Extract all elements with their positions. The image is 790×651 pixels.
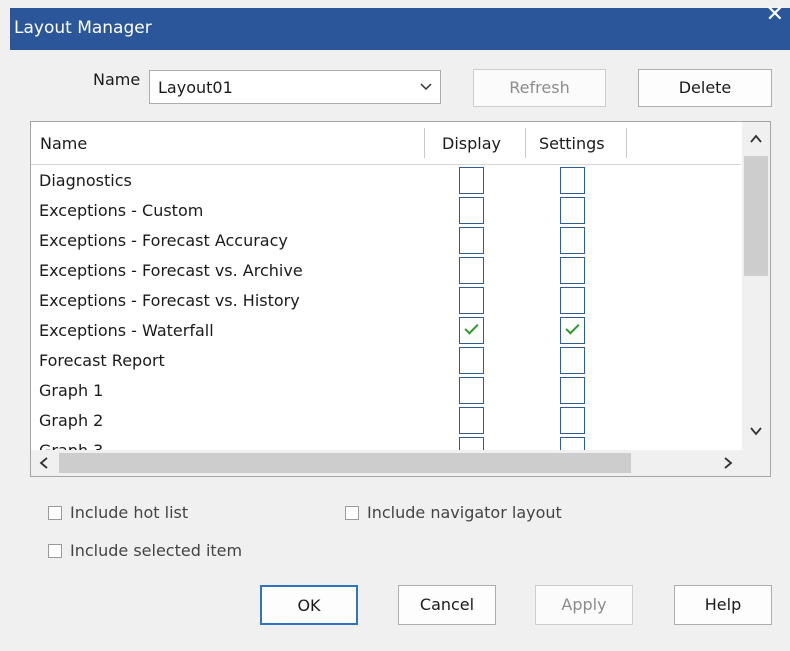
display-checkbox[interactable] xyxy=(459,197,484,224)
chevron-left-icon[interactable] xyxy=(37,456,51,470)
grid-header: Name Display Settings xyxy=(31,122,741,165)
column-header-display[interactable]: Display xyxy=(442,122,501,164)
layout-grid[interactable]: Name Display Settings Diagnostics Excepti… xyxy=(30,121,771,477)
checkbox-box[interactable] xyxy=(48,544,62,558)
settings-checkbox[interactable] xyxy=(560,347,585,374)
table-row[interactable]: Diagnostics xyxy=(31,166,741,196)
display-checkbox[interactable] xyxy=(459,257,484,284)
layout-name-value: Layout01 xyxy=(158,78,233,97)
row-name: Exceptions - Custom xyxy=(39,201,204,220)
checkbox-box[interactable] xyxy=(345,506,359,520)
ok-button[interactable]: OK xyxy=(260,585,358,625)
horizontal-scrollbar[interactable] xyxy=(31,450,742,476)
chevron-down-icon[interactable] xyxy=(420,82,432,92)
apply-button[interactable]: Apply xyxy=(535,585,633,625)
column-header-name[interactable]: Name xyxy=(40,122,87,164)
settings-checkbox[interactable] xyxy=(560,167,585,194)
table-row[interactable]: Forecast Report xyxy=(31,346,741,376)
column-header-settings[interactable]: Settings xyxy=(539,122,605,164)
vertical-scrollbar[interactable] xyxy=(742,122,770,450)
table-row[interactable]: Graph 1 xyxy=(31,376,741,406)
display-checkbox[interactable] xyxy=(459,167,484,194)
row-name: Exceptions - Forecast vs. Archive xyxy=(39,261,303,280)
display-checkbox[interactable] xyxy=(459,437,484,450)
window-title: Layout Manager xyxy=(14,18,152,38)
settings-checkbox[interactable] xyxy=(560,197,585,224)
table-row[interactable]: Exceptions - Custom xyxy=(31,196,741,226)
include-navigator-layout-label: Include navigator layout xyxy=(367,503,562,522)
settings-checkbox[interactable] xyxy=(560,287,585,314)
row-name: Graph 3 xyxy=(39,441,103,450)
include-selected-item-label: Include selected item xyxy=(70,541,243,560)
table-row[interactable]: Exceptions - Forecast Accuracy xyxy=(31,226,741,256)
column-divider[interactable] xyxy=(424,128,425,158)
chevron-right-icon[interactable] xyxy=(721,456,735,470)
name-label: Name xyxy=(93,70,141,89)
column-divider[interactable] xyxy=(525,128,526,158)
cancel-button[interactable]: Cancel xyxy=(398,585,496,625)
scrollbar-corner xyxy=(742,450,770,476)
row-name: Exceptions - Forecast vs. History xyxy=(39,291,300,310)
vertical-scroll-thumb[interactable] xyxy=(744,156,768,276)
table-row[interactable]: Graph 2 xyxy=(31,406,741,436)
close-icon[interactable]: ✕ xyxy=(766,4,784,26)
title-bar: Layout Manager ✕ xyxy=(10,4,790,50)
settings-checkbox[interactable] xyxy=(560,407,585,434)
column-divider[interactable] xyxy=(626,128,627,158)
display-checkbox[interactable] xyxy=(459,287,484,314)
settings-checkbox[interactable] xyxy=(560,377,585,404)
settings-checkbox[interactable] xyxy=(560,227,585,254)
settings-checkbox[interactable] xyxy=(560,317,585,344)
layout-name-combobox[interactable]: Layout01 xyxy=(149,70,441,104)
table-row[interactable]: Graph 3 xyxy=(31,436,741,450)
refresh-button[interactable]: Refresh xyxy=(473,69,606,107)
horizontal-scroll-thumb[interactable] xyxy=(59,453,631,473)
table-row[interactable]: Exceptions - Forecast vs. Archive xyxy=(31,256,741,286)
chevron-up-icon[interactable] xyxy=(749,132,763,146)
table-row[interactable]: Exceptions - Waterfall xyxy=(31,316,741,346)
settings-checkbox[interactable] xyxy=(560,437,585,450)
display-checkbox[interactable] xyxy=(459,407,484,434)
display-checkbox[interactable] xyxy=(459,347,484,374)
delete-button[interactable]: Delete xyxy=(638,69,772,107)
chevron-down-icon[interactable] xyxy=(749,424,763,438)
row-name: Diagnostics xyxy=(39,171,132,190)
checkbox-box[interactable] xyxy=(48,506,62,520)
table-row[interactable]: Exceptions - Forecast vs. History xyxy=(31,286,741,316)
row-name: Graph 2 xyxy=(39,411,104,430)
include-hot-list-label: Include hot list xyxy=(70,503,189,522)
help-button[interactable]: Help xyxy=(674,585,772,625)
display-checkbox[interactable] xyxy=(459,227,484,254)
grid-rows: Diagnostics Exceptions - Custom Exceptions… xyxy=(31,166,741,450)
display-checkbox[interactable] xyxy=(459,317,484,344)
row-name: Exceptions - Forecast Accuracy xyxy=(39,231,288,250)
row-name: Exceptions - Waterfall xyxy=(39,321,214,340)
row-name: Graph 1 xyxy=(39,381,104,400)
display-checkbox[interactable] xyxy=(459,377,484,404)
settings-checkbox[interactable] xyxy=(560,257,585,284)
row-name: Forecast Report xyxy=(39,351,165,370)
